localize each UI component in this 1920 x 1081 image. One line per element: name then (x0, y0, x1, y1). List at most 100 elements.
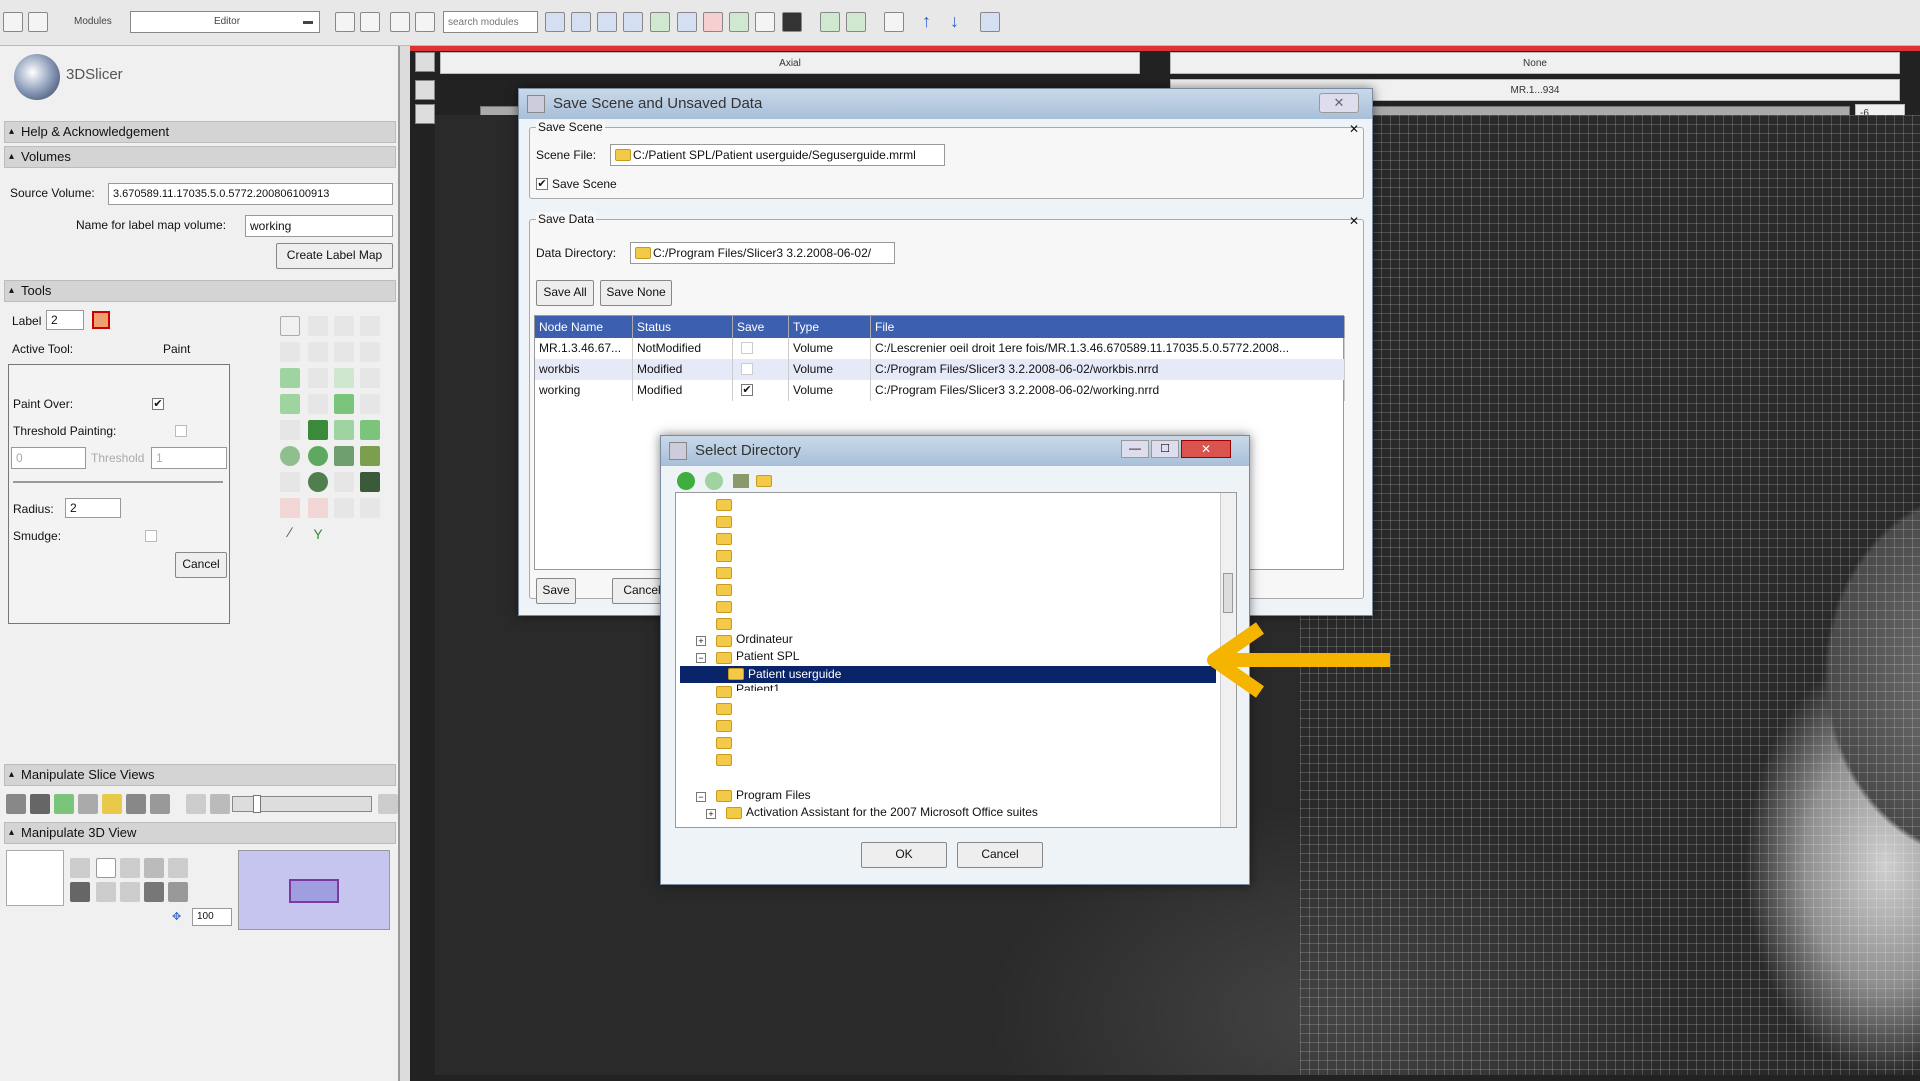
rotate-icon[interactable] (70, 858, 90, 878)
tree-item-selected[interactable]: Patient userguide (680, 666, 1216, 683)
tree-item-ordinateur[interactable]: Ordinateur (736, 632, 793, 646)
slice-cross-icon[interactable] (126, 794, 146, 814)
folder-icon[interactable] (716, 754, 732, 766)
collapse-icon[interactable]: − (696, 653, 706, 663)
label-visibility-icon[interactable] (360, 316, 380, 336)
implicit-cube-icon[interactable] (280, 472, 300, 492)
search-icon[interactable] (545, 12, 565, 32)
zoom-out-icon[interactable] (120, 882, 140, 902)
paint-over-checkbox[interactable]: ✔ (152, 398, 164, 410)
editor-icon[interactable] (729, 12, 749, 32)
undo-label-icon[interactable] (280, 498, 300, 518)
refresh-icon[interactable] (415, 12, 435, 32)
manipulate-slice-views-header[interactable]: Manipulate Slice Views (4, 764, 396, 786)
save-button[interactable]: Save (536, 578, 576, 604)
slice-bg-icon[interactable] (210, 794, 230, 814)
tree-item-activation-assistant[interactable]: Activation Assistant for the 2007 Micros… (746, 805, 1038, 819)
grow-cut-icon[interactable] (308, 420, 328, 440)
col-status[interactable]: Status (633, 316, 733, 338)
target-icon[interactable] (280, 446, 300, 466)
opacity-slider[interactable] (232, 795, 372, 813)
help-section-header[interactable]: Help & Acknowledgement (4, 121, 396, 143)
implicit-ellipse-icon[interactable] (308, 472, 328, 492)
folder-icon[interactable] (716, 499, 732, 511)
center-icon[interactable] (308, 446, 328, 466)
identify-islands-icon[interactable] (334, 342, 354, 362)
smudge-checkbox[interactable] (145, 530, 157, 542)
slice-fit-icon[interactable] (6, 794, 26, 814)
tools-section-header[interactable]: Tools (4, 280, 396, 302)
volumes-section-header[interactable]: Volumes (4, 146, 396, 168)
rectangle-icon[interactable] (360, 368, 380, 388)
view-pitch-icon[interactable] (144, 858, 164, 878)
screenshot-3d-icon[interactable] (144, 882, 164, 902)
row-save-checkbox[interactable] (741, 342, 753, 354)
radius-field[interactable]: 2 (65, 498, 121, 518)
zoom-arrows-icon[interactable]: ✥ (172, 910, 181, 923)
back-icon[interactable] (335, 12, 355, 32)
scene-file-field[interactable]: C:/Patient SPL/Patient userguide/Seguser… (610, 144, 945, 166)
col-save[interactable]: Save (733, 316, 789, 338)
cancel-button[interactable]: Cancel (957, 842, 1043, 868)
threshold-max-field[interactable]: 1 (151, 447, 227, 469)
mouse-place-icon[interactable]: ↓ (950, 12, 970, 32)
close-icon[interactable]: ✕ (1319, 93, 1359, 113)
stereo-icon[interactable] (70, 882, 90, 902)
data-directory-field[interactable]: C:/Program Files/Slicer3 3.2.2008-06-02/ (630, 242, 895, 264)
transform-view-icon[interactable] (980, 12, 1000, 32)
3d-axes-widget[interactable] (6, 850, 64, 906)
module-selector[interactable]: Editor ▬ (130, 11, 320, 33)
tree-item-program-files[interactable]: Program Files (736, 788, 811, 802)
hourglass-green-icon[interactable] (360, 446, 380, 466)
tree-item-patient-spl[interactable]: Patient SPL (736, 649, 799, 663)
draw-icon[interactable] (308, 368, 328, 388)
paint-cancel-button[interactable]: Cancel (175, 552, 227, 578)
ortho-icon[interactable] (168, 882, 188, 902)
blank-icon[interactable] (360, 498, 380, 518)
change-label-icon[interactable] (280, 342, 300, 362)
erode-icon[interactable] (308, 394, 328, 414)
minimize-icon[interactable]: — (1121, 440, 1149, 458)
folder-icon[interactable] (716, 790, 732, 802)
col-node-name[interactable]: Node Name (535, 316, 633, 338)
threshold-min-field[interactable]: 0 (11, 447, 86, 469)
label-spinbox[interactable]: 2 (46, 310, 84, 330)
maximize-icon[interactable]: ☐ (1151, 440, 1179, 458)
undo-icon[interactable] (820, 12, 840, 32)
volumes-icon[interactable] (623, 12, 643, 32)
foreground-select[interactable]: None (1170, 52, 1900, 74)
manipulate-3d-view-header[interactable]: Manipulate 3D View (4, 822, 396, 844)
change-island-icon[interactable] (308, 342, 328, 362)
col-type[interactable]: Type (789, 316, 871, 338)
folder-icon[interactable] (716, 635, 732, 647)
pointer-icon[interactable] (280, 316, 300, 336)
dilate-icon[interactable] (334, 394, 354, 414)
fiducial-visibility-icon[interactable] (334, 316, 354, 336)
implicit-box-icon[interactable] (360, 472, 380, 492)
level-tracing-icon[interactable] (334, 368, 354, 388)
home-icon[interactable] (571, 12, 591, 32)
slice-options-icon[interactable] (378, 794, 398, 814)
view-reset-icon[interactable] (120, 858, 140, 878)
save-data-close-icon[interactable]: ✕ (1349, 214, 1359, 228)
viewer-link-icon[interactable] (415, 80, 435, 100)
expand-icon[interactable]: + (706, 809, 716, 819)
zoom-in-icon[interactable] (96, 882, 116, 902)
make-model-icon[interactable] (280, 420, 300, 440)
view-yaw-icon[interactable] (168, 858, 188, 878)
slice-green-icon[interactable] (54, 794, 74, 814)
measure-icon[interactable] (755, 12, 775, 32)
fork-icon[interactable]: Y (308, 524, 328, 544)
hourglass-icon[interactable] (334, 446, 354, 466)
table-row[interactable]: workbis Modified Volume C:/Program Files… (535, 359, 1345, 380)
window-level-icon[interactable] (308, 316, 328, 336)
folder-icon[interactable] (716, 516, 732, 528)
folder-icon[interactable] (716, 618, 732, 630)
folder-icon[interactable] (716, 533, 732, 545)
create-label-map-button[interactable]: Create Label Map (276, 243, 393, 269)
tree-item-patient1[interactable]: Patient1 (736, 682, 780, 691)
save-island-icon[interactable] (360, 394, 380, 414)
expand-icon[interactable]: + (696, 636, 706, 646)
row-save-checkbox[interactable] (741, 363, 753, 375)
col-file[interactable]: File (871, 316, 1345, 338)
